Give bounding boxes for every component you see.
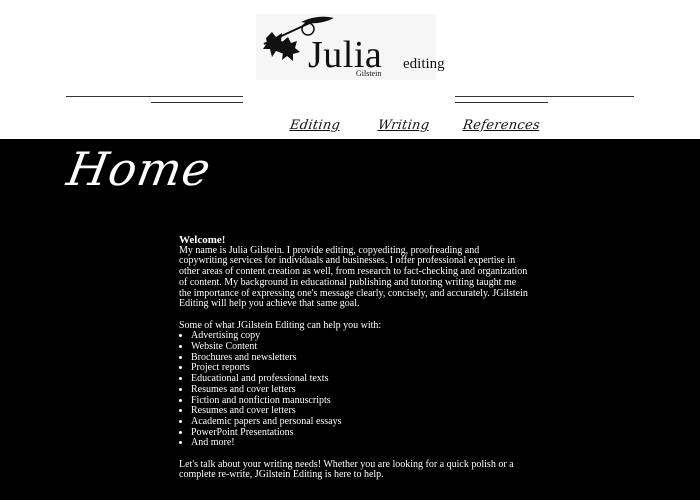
services-list: Advertising copy Website Content Brochur… [179,331,529,449]
list-item: Resumes and cover letters [191,384,529,396]
closing-paragraph: Let's talk about your writing needs! Whe… [179,458,514,481]
header-divider [66,96,243,97]
list-item: PowerPoint Presentations [191,427,529,439]
header-divider [455,96,634,97]
logo-subtitle: Gilstein [356,69,382,78]
header-divider [455,102,548,103]
main-content: Welcome! My name is Julia Gilstein. I pr… [179,235,529,481]
nav-editing-link[interactable]: Editing [289,118,341,133]
logo-tagline: editing [403,56,445,72]
intro-paragraph: My name is Julia Gilstein. I provide edi… [179,244,528,310]
list-item: And more! [191,438,529,449]
site-header: Julia Gilstein editing Editing Writing R… [0,0,700,139]
nav-references-link[interactable]: References [462,118,541,133]
page-title: Home [63,142,216,196]
nav-writing-link[interactable]: Writing [377,118,430,133]
header-divider [151,102,243,103]
